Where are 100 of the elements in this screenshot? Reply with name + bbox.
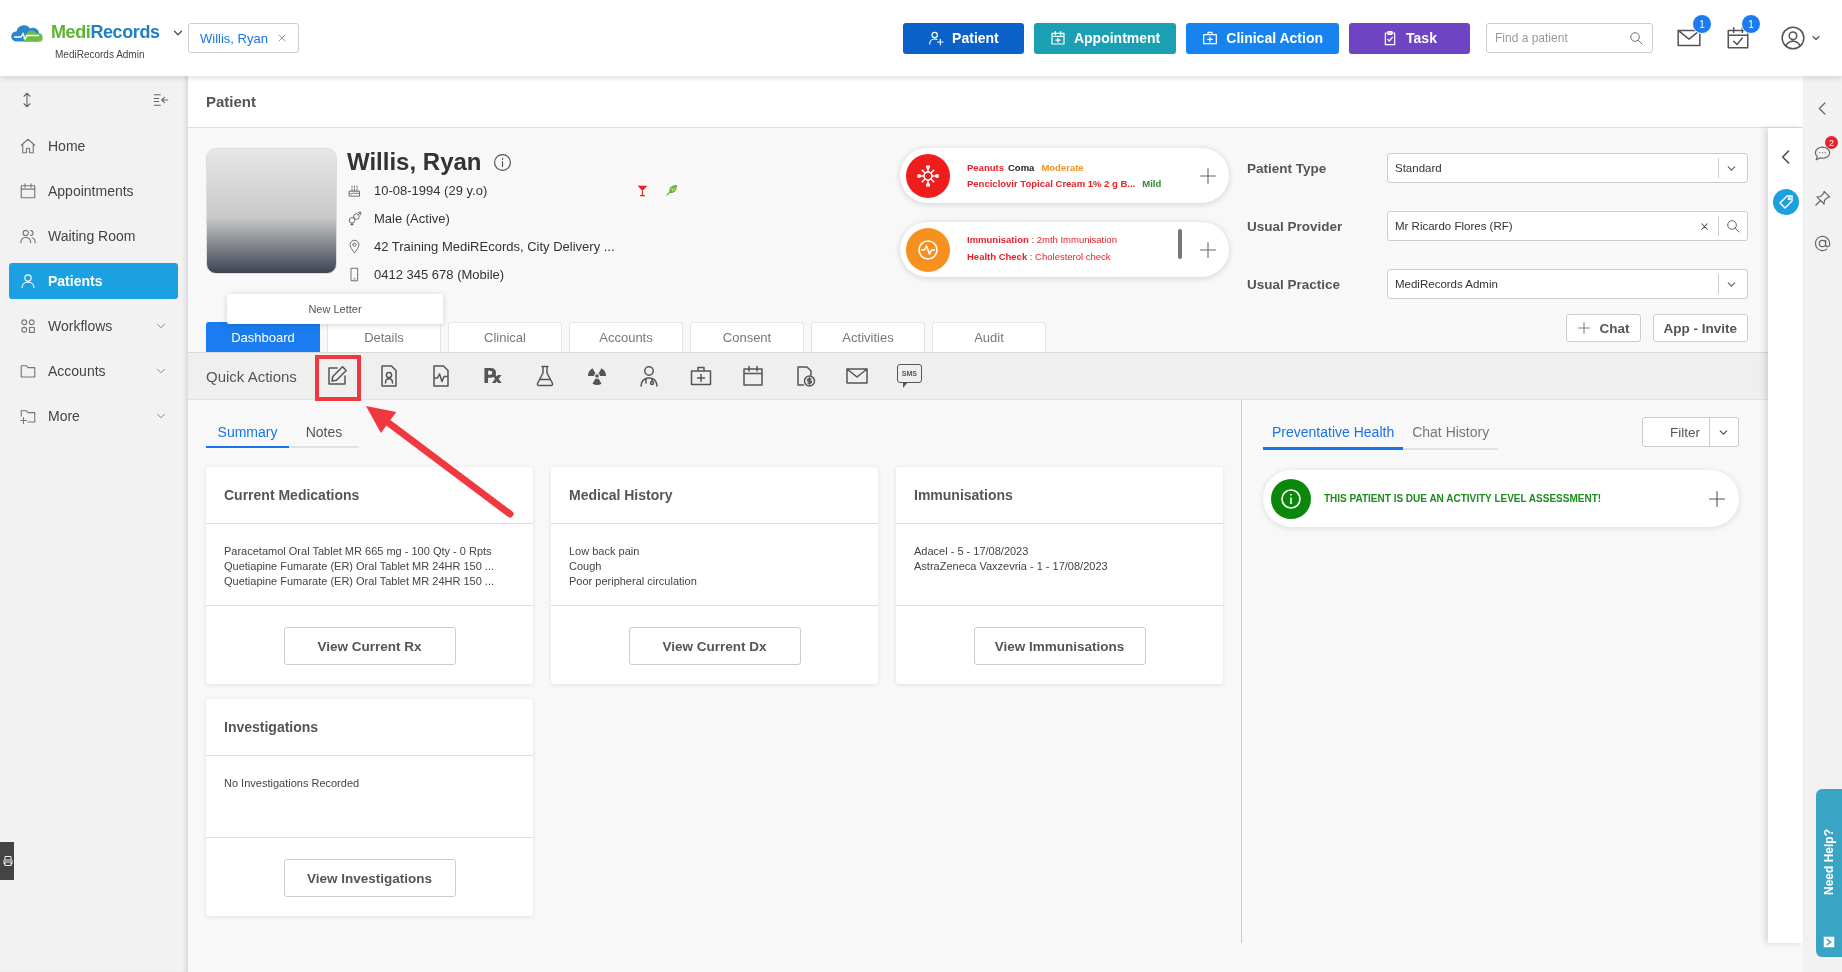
tab[interactable]: Consent xyxy=(690,322,804,352)
add-chat-button[interactable]: Chat xyxy=(1565,314,1641,342)
info-icon[interactable] xyxy=(493,152,513,172)
info-icon xyxy=(1271,478,1311,519)
map-pin-icon xyxy=(347,238,362,254)
person-plus-icon xyxy=(928,30,945,46)
medical-kit-icon xyxy=(1202,30,1219,46)
view-button[interactable]: View Current Dx xyxy=(628,627,801,665)
tooltip: New Letter xyxy=(227,294,443,324)
prescription-button[interactable]: ℞ xyxy=(480,363,505,389)
cake-icon xyxy=(347,182,362,198)
search-icon[interactable] xyxy=(1628,30,1644,46)
nodes-icon xyxy=(19,317,37,335)
sidebar-item[interactable]: More xyxy=(9,398,178,434)
card-text: Low back pain xyxy=(569,544,641,559)
plus-icon[interactable] xyxy=(1707,488,1727,509)
card-text: Adacel - 5 - 17/08/2023 xyxy=(914,544,1030,559)
tab[interactable]: Activities xyxy=(811,322,925,352)
user-avatar-icon[interactable] xyxy=(1780,25,1806,51)
action-button[interactable]: Task xyxy=(1349,22,1470,54)
calendar-icon xyxy=(19,182,37,200)
calendar-check-icon[interactable] xyxy=(1725,25,1751,51)
action-button[interactable]: Patient xyxy=(902,22,1024,54)
tab[interactable]: Accounts xyxy=(569,322,683,352)
card-text: AstraZeneca Vaxzevria - 1 - 17/08/2023 xyxy=(914,559,1109,574)
invite-button[interactable]: App - Invite xyxy=(1652,314,1748,342)
view-button[interactable]: View Current Rx xyxy=(283,627,456,665)
card-text: Poor peripheral circulation xyxy=(569,574,698,589)
sidebar-item[interactable]: Appointments xyxy=(9,173,178,209)
card-title: Investigations xyxy=(224,719,319,735)
people-icon xyxy=(19,227,37,245)
card-title: Current Medications xyxy=(224,487,360,503)
tab[interactable]: Preventative Health xyxy=(1263,417,1404,450)
gender-icon xyxy=(347,210,362,226)
pulse-icon xyxy=(906,227,950,272)
notification-badge: 2 xyxy=(1825,136,1838,149)
sidebar-item[interactable]: Accounts xyxy=(9,353,178,389)
tab[interactable]: Details xyxy=(327,322,441,352)
page-title: Patient xyxy=(206,93,256,110)
card-title: Medical History xyxy=(569,487,673,503)
action-button[interactable]: Clinical Action xyxy=(1186,22,1339,54)
tab[interactable]: Summary xyxy=(206,417,289,448)
sidebar-item[interactable]: Workflows xyxy=(9,308,178,344)
gender-text: Male (Active) xyxy=(374,210,450,226)
tag-icon[interactable] xyxy=(1772,189,1799,215)
folder-icon xyxy=(19,362,37,380)
severity-text: Mild xyxy=(1142,176,1162,191)
search-field[interactable]: Find a patient xyxy=(1486,23,1653,53)
clear-icon[interactable] xyxy=(1699,220,1710,232)
search-field[interactable]: Mr Ricardo Flores (RF) xyxy=(1387,211,1748,241)
view-button[interactable]: View Immunisations xyxy=(973,627,1146,665)
sidebar-item[interactable]: Waiting Room xyxy=(9,218,178,254)
virus-icon xyxy=(906,153,950,198)
print-button[interactable] xyxy=(0,842,14,880)
user-icon xyxy=(19,272,37,290)
card-title: Immunisations xyxy=(914,487,1013,503)
card-text: Paracetamol Oral Tablet MR 665 mg - 100 Qty - 0 Rpts xyxy=(224,544,493,559)
sidebar-item[interactable]: Home xyxy=(9,128,178,164)
search-icon[interactable] xyxy=(1725,218,1741,234)
calendar-plus-icon xyxy=(1049,30,1066,46)
reminder-text: Health Check : Cholesterol check xyxy=(967,250,1112,264)
card-text: Quetiapine Fumarate (ER) Oral Tablet MR 24HR 150 ... xyxy=(224,574,496,589)
filter-dropdown[interactable]: Filter xyxy=(1642,417,1739,447)
tab[interactable]: Clinical xyxy=(448,322,562,352)
dropdown-field[interactable]: MediRecords Admin xyxy=(1387,269,1748,299)
card-text: Quetiapine Fumarate (ER) Oral Tablet MR 24HR 150 ... xyxy=(224,559,496,574)
view-button[interactable]: View Investigations xyxy=(283,859,456,897)
phone-text: 0412 345 678 (Mobile) xyxy=(374,266,505,282)
quick-actions-label: Quick Actions xyxy=(206,367,297,385)
date-of-birth: 10-08-1994 (29 y.o) xyxy=(374,182,489,198)
printer-icon xyxy=(2,855,14,867)
pin-icon[interactable] xyxy=(1813,189,1832,208)
organisation-name: MediRecords Admin xyxy=(55,49,146,60)
cloud-logo-icon xyxy=(10,22,46,43)
field-label: Patient Type xyxy=(1247,160,1328,176)
scrollbar[interactable] xyxy=(1178,229,1182,259)
home-icon xyxy=(19,137,37,155)
cocktail-glass-icon xyxy=(636,183,649,197)
tab[interactable]: Notes xyxy=(289,417,359,448)
chat-bubble-icon[interactable] xyxy=(1813,144,1832,163)
patient-tab[interactable]: Willis, Ryan xyxy=(188,23,299,53)
alert-text: THIS PATIENT IS DUE AN ACTIVITY LEVEL ASSESSMENT! xyxy=(1324,493,1603,504)
reaction-text: Coma xyxy=(1007,160,1035,175)
allergen-text: Peanuts xyxy=(967,160,1004,175)
brand-name: MediRecords xyxy=(51,22,160,43)
card-text: Cough xyxy=(569,559,603,574)
tab[interactable]: Audit xyxy=(932,322,1046,352)
tab[interactable]: Chat History xyxy=(1403,417,1499,450)
notification-badge: 1 xyxy=(1692,14,1712,34)
dropdown-field[interactable]: Standard xyxy=(1387,153,1748,183)
medical-kit-icon[interactable] xyxy=(688,364,713,388)
allergen-text: Penciclovir Topical Cream 1% 2 g B... xyxy=(967,176,1136,191)
tab[interactable]: Dashboard xyxy=(206,322,320,352)
at-sign-icon[interactable] xyxy=(1813,234,1832,253)
collapse-menu-icon[interactable] xyxy=(152,91,170,109)
folder-plus-icon xyxy=(19,407,37,425)
field-label: Usual Practice xyxy=(1247,276,1342,292)
card-text: No Investigations Recorded xyxy=(224,776,361,791)
reminder-text: Immunisation : 2mth Immunisation xyxy=(967,233,1118,247)
calendar-icon[interactable] xyxy=(740,364,765,388)
